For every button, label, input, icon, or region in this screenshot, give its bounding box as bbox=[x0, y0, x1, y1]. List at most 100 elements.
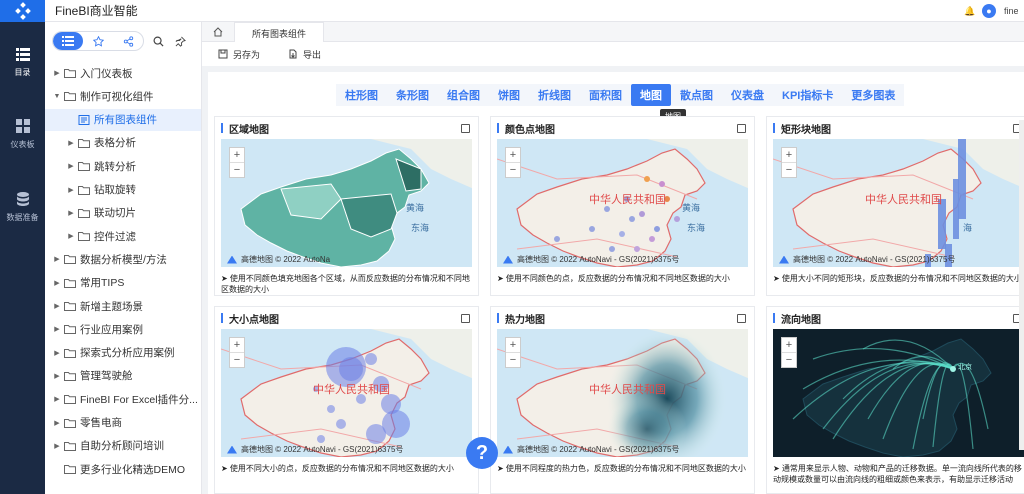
map-preview[interactable]: 中华人民共和国海 + − 高德地图 © 2022 AutoNavi - GS(2021… bbox=[773, 139, 1024, 267]
category-tab[interactable]: 面积图 bbox=[580, 84, 631, 106]
map-zoom-control[interactable]: + − bbox=[229, 337, 245, 368]
save-as-button[interactable]: 另存为 bbox=[218, 48, 260, 61]
rail-item-catalog[interactable]: 目录 bbox=[0, 47, 45, 78]
tree-node[interactable]: ▶ 零售电商 bbox=[45, 412, 201, 434]
chevron-right-icon[interactable]: ▶ bbox=[53, 372, 61, 380]
category-tab[interactable]: 条形图 bbox=[387, 84, 438, 106]
share-icon[interactable] bbox=[113, 32, 143, 50]
chart-card[interactable]: 颜色点地图 中华人民共和国 黄海 东海 + − 高德地图 © 2022 AutoNavi -… bbox=[490, 116, 755, 296]
tree-node[interactable]: 更多行业化精选DEMO bbox=[45, 458, 201, 480]
category-tab[interactable]: 更多图表 bbox=[842, 84, 905, 106]
tree-node[interactable]: ▶ 钻取旋转 bbox=[45, 179, 201, 201]
chevron-right-icon[interactable]: ▶ bbox=[53, 69, 61, 77]
map-preview[interactable]: 中华人民共和国 + − 高德地图 © 2022 AutoNavi - GS(2021)… bbox=[497, 329, 748, 457]
tree-node[interactable]: ▶ 跳转分析 bbox=[45, 155, 201, 177]
category-tab[interactable]: 组合图 bbox=[438, 84, 489, 106]
map-preview[interactable]: 中华人民共和国 + − 高德地图 © 2022 AutoNavi - GS(2021)… bbox=[221, 329, 472, 457]
tree-node[interactable]: ▶ 联动切片 bbox=[45, 202, 201, 224]
category-tab[interactable]: 柱形图 bbox=[336, 84, 387, 106]
map-zoom-control[interactable]: + − bbox=[505, 337, 521, 368]
list-view-icon[interactable] bbox=[53, 32, 83, 50]
chevron-right-icon[interactable]: ▶ bbox=[53, 442, 61, 450]
chart-card[interactable]: 矩形块地图 中华人民共和国海 + − 高德地图 © 2022 AutoNavi - GS… bbox=[766, 116, 1024, 296]
map-zoom-control[interactable]: + − bbox=[229, 147, 245, 178]
export-button[interactable]: 导出 bbox=[288, 48, 321, 61]
bookmark-icon[interactable] bbox=[461, 313, 470, 323]
search-icon[interactable] bbox=[150, 33, 166, 49]
category-tab[interactable]: 仪表盘 bbox=[722, 84, 773, 106]
category-tab[interactable]: KPI指标卡 bbox=[773, 84, 843, 106]
bookmark-icon[interactable] bbox=[737, 313, 746, 323]
map-preview[interactable]: 黄海 东海 + − 高德地图 © 2022 AutoNa bbox=[221, 139, 472, 267]
zoom-out-icon[interactable]: − bbox=[782, 352, 796, 367]
chevron-right-icon[interactable]: ▶ bbox=[53, 302, 61, 310]
category-tab[interactable]: 折线图 bbox=[529, 84, 580, 106]
zoom-in-icon[interactable]: + bbox=[230, 338, 244, 352]
rail-item-data-prep[interactable]: 数据准备 bbox=[0, 192, 45, 223]
chevron-right-icon[interactable]: ▶ bbox=[53, 395, 61, 403]
user-name[interactable]: fineb bbox=[1004, 6, 1018, 16]
tree-node[interactable]: ▼ 制作可视化组件 bbox=[45, 85, 201, 107]
chevron-right-icon[interactable]: ▶ bbox=[53, 419, 61, 427]
tree-node[interactable]: ▶ 行业应用案例 bbox=[45, 318, 201, 340]
tree-node[interactable]: ▶ 新增主题场景 bbox=[45, 295, 201, 317]
tree-node[interactable]: ▶ 探索式分析应用案例 bbox=[45, 342, 201, 364]
zoom-in-icon[interactable]: + bbox=[506, 148, 520, 162]
chevron-right-icon[interactable]: ▶ bbox=[53, 325, 61, 333]
content-scrollbar[interactable] bbox=[1019, 120, 1024, 450]
bell-icon[interactable]: 🔔 bbox=[964, 6, 975, 16]
map-zoom-control[interactable]: + − bbox=[781, 337, 797, 368]
chevron-right-icon[interactable]: ▶ bbox=[67, 162, 75, 170]
app-logo[interactable] bbox=[0, 0, 45, 22]
tree-node[interactable]: ▶ 控件过滤 bbox=[45, 225, 201, 247]
star-icon[interactable] bbox=[83, 32, 113, 50]
tree-node[interactable]: ▶ 表格分析 bbox=[45, 132, 201, 154]
chevron-right-icon[interactable]: ▶ bbox=[67, 232, 75, 240]
tree-node-label: 管理驾驶舱 bbox=[80, 370, 133, 383]
zoom-in-icon[interactable]: + bbox=[782, 338, 796, 352]
home-tab[interactable] bbox=[202, 22, 234, 42]
zoom-out-icon[interactable]: − bbox=[230, 352, 244, 367]
bookmark-icon[interactable] bbox=[737, 123, 746, 133]
amap-logo-icon bbox=[779, 255, 789, 264]
rail-item-dashboard[interactable]: 仪表板 bbox=[0, 119, 45, 150]
category-tab[interactable]: 散点图 bbox=[671, 84, 722, 106]
chart-card[interactable]: 热力地图 中华人民共和国 + − 高德地图 © 2022 AutoNavi - GS(2… bbox=[490, 306, 755, 494]
zoom-in-icon[interactable]: + bbox=[506, 338, 520, 352]
tree-node[interactable]: ▶ 自助分析顾问培训 bbox=[45, 435, 201, 457]
zoom-out-icon[interactable]: − bbox=[506, 162, 520, 177]
tree-node[interactable]: ▶ FineBI For Excel插件分... bbox=[45, 388, 201, 410]
category-tab[interactable]: 地图 bbox=[631, 84, 671, 106]
map-zoom-control[interactable]: + − bbox=[505, 147, 521, 178]
zoom-out-icon[interactable]: − bbox=[782, 162, 796, 177]
chevron-right-icon[interactable]: ▶ bbox=[53, 255, 61, 263]
view-switch[interactable] bbox=[52, 31, 144, 51]
chevron-right-icon[interactable]: ▶ bbox=[67, 139, 75, 147]
map-preview[interactable]: 北京 + − bbox=[773, 329, 1024, 457]
chevron-right-icon[interactable]: ▶ bbox=[53, 349, 61, 357]
tree-node[interactable]: ▶ 管理驾驶舱 bbox=[45, 365, 201, 387]
map-zoom-control[interactable]: + − bbox=[781, 147, 797, 178]
chevron-right-icon[interactable]: ▶ bbox=[67, 209, 75, 217]
tree-node[interactable]: ▶ 常用TIPS bbox=[45, 272, 201, 294]
bookmark-icon[interactable] bbox=[461, 123, 470, 133]
chart-card[interactable]: 区域地图 黄海 东海 + − 高德地图 © 2022 AutoNa ➤ 使用不同颜色填充地图… bbox=[214, 116, 479, 296]
zoom-in-icon[interactable]: + bbox=[230, 148, 244, 162]
zoom-out-icon[interactable]: − bbox=[230, 162, 244, 177]
tree-node[interactable]: ▶ 数据分析模型/方法 bbox=[45, 248, 201, 270]
zoom-in-icon[interactable]: + bbox=[782, 148, 796, 162]
help-button[interactable]: ? bbox=[466, 437, 498, 469]
pin-icon[interactable] bbox=[172, 33, 188, 49]
map-preview[interactable]: 中华人民共和国 黄海 东海 + − 高德地图 © 2022 AutoNavi - GS(2… bbox=[497, 139, 748, 267]
category-tab[interactable]: 饼图 bbox=[489, 84, 529, 106]
tree-node[interactable]: ▶ 入门仪表板 bbox=[45, 62, 201, 84]
chevron-down-icon[interactable]: ▼ bbox=[53, 93, 61, 100]
tree-node[interactable]: 所有图表组件 bbox=[45, 108, 201, 131]
chart-card[interactable]: 大小点地图 中华人民共和国 + − 高德地图 © 2022 AutoNavi - GS(… bbox=[214, 306, 479, 494]
chevron-right-icon[interactable]: ▶ bbox=[67, 186, 75, 194]
chevron-right-icon[interactable]: ▶ bbox=[53, 279, 61, 287]
avatar[interactable]: ● bbox=[982, 3, 996, 18]
tab-all-charts[interactable]: 所有图表组件 bbox=[234, 22, 324, 43]
zoom-out-icon[interactable]: − bbox=[506, 352, 520, 367]
chart-card[interactable]: 流向地图 北京 + − ➤ 通常用来显示人物、动物和产品的迁移数据。单一流向线所代表的移… bbox=[766, 306, 1024, 494]
